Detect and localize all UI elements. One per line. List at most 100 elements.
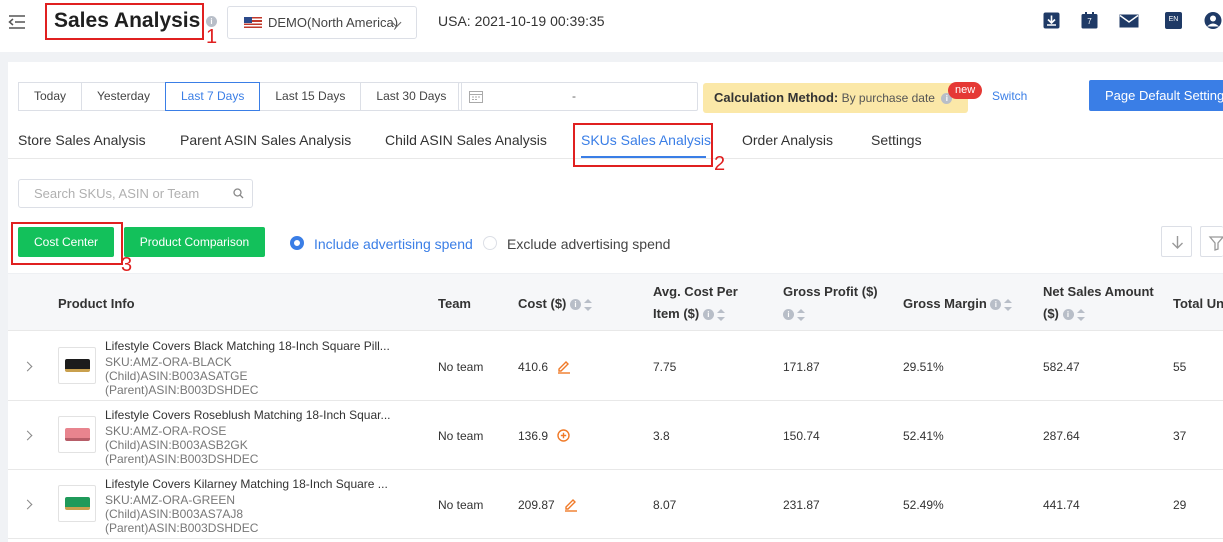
product-name[interactable]: Lifestyle Covers Roseblush Matching 18-I… <box>105 408 390 422</box>
expand-row-icon[interactable] <box>22 430 33 441</box>
cell-total-units: 37 <box>1173 429 1187 443</box>
switch-link[interactable]: Switch <box>992 89 1027 103</box>
info-icon[interactable]: i <box>702 309 714 321</box>
info-icon[interactable]: i <box>990 299 1002 311</box>
cell-cost: 209.87 <box>518 498 555 512</box>
header-avg-cost[interactable]: Item ($) i <box>653 302 725 325</box>
product-sku: SKU:AMZ-ORA-GREEN <box>105 493 236 507</box>
add-circle-icon[interactable] <box>556 428 571 443</box>
sort-icon[interactable] <box>1004 298 1013 311</box>
product-comparison-button[interactable]: Product Comparison <box>124 227 265 257</box>
product-thumbnail <box>58 347 96 384</box>
date-filter-last-15-days[interactable]: Last 15 Days <box>259 82 362 111</box>
date-filter-last-30-days[interactable]: Last 30 Days <box>360 82 463 111</box>
product-thumbnail <box>58 485 96 522</box>
region-label: DEMO(North America) <box>268 15 399 30</box>
edit-icon[interactable] <box>556 359 571 374</box>
cell-gross-margin: 52.41% <box>903 429 944 443</box>
tab-child-asin-sales-analysis[interactable]: Child ASIN Sales Analysis <box>385 132 547 148</box>
cell-team: No team <box>438 360 484 374</box>
calculation-method-value: By purchase date <box>841 91 935 105</box>
product-sku: SKU:AMZ-ORA-BLACK <box>105 355 232 369</box>
include-ad-spend-radio[interactable] <box>290 236 304 250</box>
calculation-method-label: Calculation Method: <box>714 90 839 105</box>
header-total-units: Total Un <box>1173 296 1223 311</box>
include-ad-spend-label[interactable]: Include advertising spend <box>314 236 473 252</box>
search-placeholder: Search SKUs, ASIN or Team <box>34 186 200 201</box>
filter-button[interactable] <box>1200 226 1223 257</box>
user-avatar-icon[interactable] <box>1203 12 1223 29</box>
info-icon[interactable]: i <box>570 299 582 311</box>
header-cost[interactable]: Cost ($) i <box>518 292 593 315</box>
info-icon[interactable]: i <box>1062 309 1074 321</box>
header-gross-profit-controls[interactable]: i <box>783 302 805 325</box>
annotation-label-2: 2 <box>714 153 726 175</box>
language-icon[interactable]: EN <box>1165 12 1182 29</box>
exclude-ad-spend-radio[interactable] <box>483 236 497 250</box>
product-parent-asin: (Parent)ASIN:B003DSHDEC <box>105 452 259 466</box>
new-badge: new <box>948 82 983 99</box>
menu-collapse-icon[interactable] <box>8 14 26 30</box>
table-row: Lifestyle Covers Roseblush Matching 18-I… <box>8 401 1223 470</box>
search-icon <box>233 188 244 199</box>
sort-icon[interactable] <box>797 308 805 321</box>
annotation-box-2 <box>573 123 713 167</box>
date-filter-today[interactable]: Today <box>18 82 83 111</box>
tab-parent-asin-sales-analysis[interactable]: Parent ASIN Sales Analysis <box>180 132 351 148</box>
region-selector[interactable]: DEMO(North America) <box>227 6 417 39</box>
sort-icon[interactable] <box>1076 308 1085 321</box>
table-header: Product Info Team Cost ($) i Avg. Cost P… <box>8 273 1223 331</box>
date-filter-group: Today Yesterday Last 7 Days Last 15 Days… <box>18 82 463 111</box>
pillow-image <box>65 497 90 510</box>
product-name[interactable]: Lifestyle Covers Black Matching 18-Inch … <box>105 339 390 353</box>
tab-order-analysis[interactable]: Order Analysis <box>742 132 833 148</box>
expand-row-icon[interactable] <box>22 499 33 510</box>
download-button[interactable] <box>1161 226 1192 257</box>
current-time: USA: 2021-10-19 00:39:35 <box>438 13 605 29</box>
product-name[interactable]: Lifestyle Covers Kilarney Matching 18-In… <box>105 477 388 491</box>
cell-cost: 410.6 <box>518 360 549 374</box>
exclude-ad-spend-label[interactable]: Exclude advertising spend <box>507 236 670 252</box>
date-filter-yesterday[interactable]: Yesterday <box>81 82 166 111</box>
info-icon[interactable]: i <box>783 309 794 321</box>
cell-team: No team <box>438 429 484 443</box>
header-gross-margin[interactable]: Gross Margin i <box>903 292 1013 315</box>
date-range-picker[interactable]: - <box>458 82 698 111</box>
pillow-image <box>65 428 90 441</box>
header-avg-cost-label: Item ($) <box>653 306 700 321</box>
table-row: Lifestyle Covers Kilarney Matching 18-In… <box>8 470 1223 539</box>
tab-settings[interactable]: Settings <box>871 132 922 148</box>
calendar-day: 7 <box>1087 17 1092 26</box>
header-gross-margin-label: Gross Margin <box>903 296 987 311</box>
product-parent-asin: (Parent)ASIN:B003DSHDEC <box>105 521 259 535</box>
header-net-sales-label: ($) <box>1043 306 1059 321</box>
cell-total-units: 29 <box>1173 498 1187 512</box>
header-net-sales[interactable]: ($) i <box>1043 302 1085 325</box>
product-thumbnail <box>58 416 96 453</box>
sort-icon[interactable] <box>716 308 725 321</box>
top-header: Sales Analysis i 1 DEMO(North America) U… <box>0 0 1223 52</box>
calculation-method-banner: Calculation Method: By purchase date i <box>703 83 968 113</box>
download-icon[interactable] <box>1043 12 1060 29</box>
expand-row-icon[interactable] <box>22 361 33 372</box>
cell-avg-cost: 8.07 <box>653 498 677 512</box>
search-input[interactable]: Search SKUs, ASIN or Team <box>18 179 253 208</box>
sort-icon[interactable] <box>584 298 593 311</box>
mail-icon[interactable] <box>1119 12 1139 29</box>
cell-gross-profit: 171.87 <box>783 360 820 374</box>
date-filter-last-7-days[interactable]: Last 7 Days <box>164 82 261 111</box>
edit-icon[interactable] <box>563 497 578 512</box>
page-default-setting-button[interactable]: Page Default Setting <box>1089 80 1223 111</box>
header-net-sales-line-1: Net Sales Amount <box>1043 284 1154 299</box>
pillow-image <box>65 359 90 372</box>
cell-net-sales: 582.47 <box>1043 360 1080 374</box>
header-team: Team <box>438 296 471 311</box>
cell-avg-cost: 3.8 <box>653 429 670 443</box>
cost-center-button[interactable]: Cost Center <box>18 227 114 257</box>
us-flag-icon <box>244 17 262 28</box>
product-child-asin: (Child)ASIN:B003ASB2GK <box>105 438 248 452</box>
tab-store-sales-analysis[interactable]: Store Sales Analysis <box>18 132 146 148</box>
product-parent-asin: (Parent)ASIN:B003DSHDEC <box>105 383 259 397</box>
calendar-icon[interactable]: 7 <box>1081 12 1098 29</box>
header-avg-cost-line-1: Avg. Cost Per <box>653 284 738 299</box>
